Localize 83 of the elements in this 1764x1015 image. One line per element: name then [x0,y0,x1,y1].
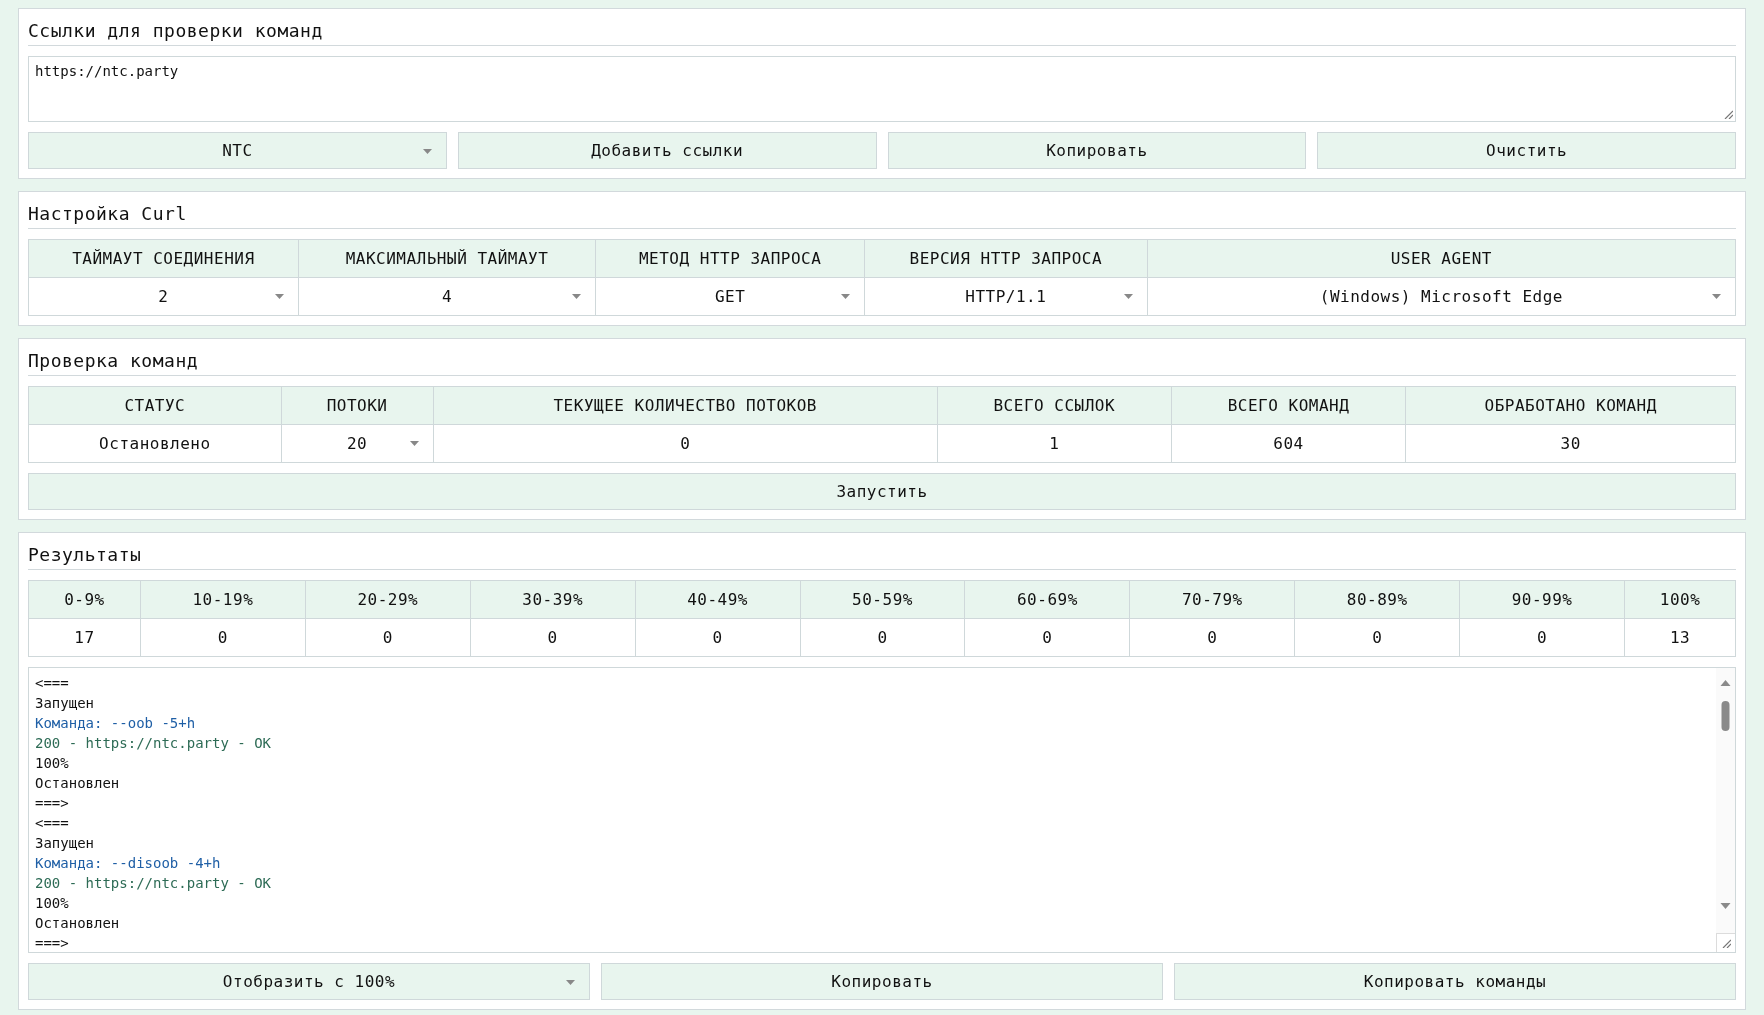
table-cell: 0 [140,619,306,657]
table-cell: 0 [433,425,938,463]
log-line: Команда: --oob -5+h [35,714,196,733]
caret-icon [566,980,575,985]
action-button[interactable]: Добавить ссылки [457,132,877,169]
log-line: 200 - https://ntc.party - OK [35,874,271,893]
table-cell: 0 [470,619,636,657]
caret-icon [274,294,284,299]
dropdown[interactable]: (Windows) Microsoft Edge [1147,278,1736,316]
dropdown[interactable]: GET [596,278,865,316]
table-cell: 0 [1130,619,1296,657]
log-line: <=== [35,814,69,833]
action-button[interactable]: Запустить [28,473,1736,510]
column-header: МЕТОД HTTP ЗАПРОСА [596,240,865,278]
resize-grip-icon [1721,938,1731,948]
section-title: Настройка Curl [28,200,1736,229]
caret-icon [841,294,850,299]
links-field[interactable]: https://ntc.party [28,56,1736,122]
table-cell: 1 [937,425,1172,463]
column-header: ВЕРСИЯ HTTP ЗАПРОСА [865,240,1148,278]
column-header: 60-69% [965,581,1131,619]
table-cell: Остановлено [29,425,282,463]
dropdown[interactable]: Отобразить с 100% [28,963,590,1000]
column-header: СТАТУС [29,387,282,425]
caret-icon [422,149,432,154]
column-header: 80-89% [1295,581,1461,619]
column-header: 10-19% [140,581,306,619]
caret-icon [409,441,419,446]
caret-icon [1712,294,1721,299]
table-cell: 0 [965,619,1131,657]
table-cell: 604 [1171,425,1407,463]
log-line: Остановлен [35,774,120,793]
dropdown[interactable]: 2 [29,278,299,316]
column-header: 20-29% [305,581,471,619]
log-line: <=== [35,674,69,693]
column-header: 30-39% [470,581,636,619]
column-header: МАКСИМАЛЬНЫЙ ТАЙМАУТ [298,240,597,278]
log-line: 100% [35,754,69,773]
dropdown[interactable]: 20 [281,425,434,463]
log-line: ===> [35,934,69,952]
table-cell: 0 [1295,619,1461,657]
section-title: Ссылки для проверки команд [28,17,1736,46]
scrollbar[interactable] [1719,677,1732,912]
caret-icon [1123,294,1133,299]
caret-icon [572,294,582,299]
log-line: 100% [35,894,69,913]
column-header: ОБРАБОТАНО КОМАНД [1406,387,1736,425]
table-cell: 30 [1406,425,1736,463]
column-header: ПОТОКИ [281,387,434,425]
dropdown[interactable]: 4 [298,278,597,316]
dropdown[interactable]: NTC [28,132,447,169]
section-title: Результаты [28,541,1736,570]
column-header: ТАЙМАУТ СОЕДИНЕНИЯ [29,240,299,278]
log-line: Запущен [35,834,94,853]
log-line: Остановлен [35,914,120,933]
table-cell: 0 [1460,619,1626,657]
dropdown[interactable]: HTTP/1.1 [865,278,1148,316]
action-button[interactable]: Очистить [1317,132,1736,169]
column-header: 70-79% [1130,581,1296,619]
table-cell: 13 [1625,619,1736,657]
log-line: Запущен [35,694,94,713]
links-field-text: https://ntc.party [34,62,180,81]
column-header: ВСЕГО ССЫЛОК [937,387,1172,425]
action-button[interactable]: Копировать [601,963,1163,1000]
column-header: ВСЕГО КОМАНД [1171,387,1407,425]
log-line: Команда: --disoob -4+h [35,854,221,873]
column-header: 0-9% [29,581,141,619]
column-header: ТЕКУЩЕЕ КОЛИЧЕСТВО ПОТОКОВ [433,387,938,425]
column-header: USER AGENT [1147,240,1736,278]
resize-grip-icon [1724,110,1733,119]
table-cell: 0 [800,619,966,657]
column-header: 90-99% [1460,581,1626,619]
log-line: 200 - https://ntc.party - OK [35,734,271,753]
column-header: 50-59% [800,581,966,619]
column-header: 100% [1625,581,1736,619]
column-header: 40-49% [635,581,801,619]
action-button[interactable]: Копировать команды [1174,963,1736,1000]
table-cell: 0 [305,619,471,657]
action-button[interactable]: Копировать [887,132,1307,169]
log-line: ===> [35,794,69,813]
table-cell: 17 [29,619,141,657]
section-title: Проверка команд [28,347,1736,376]
table-cell: 0 [635,619,801,657]
